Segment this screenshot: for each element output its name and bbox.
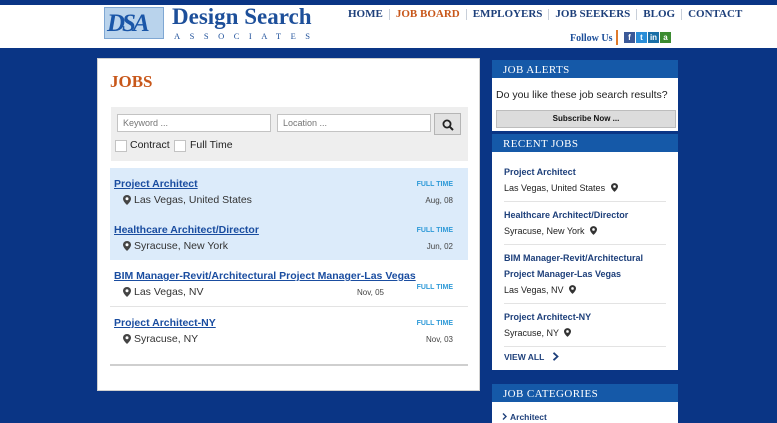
nav-blog[interactable]: BLOG xyxy=(636,9,681,20)
recent-jobs-widget: RECENT JOBS Project Architect Las Vegas,… xyxy=(492,132,678,370)
recent-job-item[interactable]: Project Architect Las Vegas, United Stat… xyxy=(504,164,664,194)
map-pin-icon xyxy=(123,195,131,205)
list-bottom-divider xyxy=(110,364,468,366)
job-row[interactable]: BIM Manager-Revit/Architectural Project … xyxy=(110,260,468,306)
recent-job-item[interactable]: BIM Manager-Revit/Architectural Project … xyxy=(504,250,664,296)
recent-job-item[interactable]: Project Architect-NY Syracuse, NY xyxy=(504,309,664,339)
subscribe-button[interactable]: Subscribe Now ... xyxy=(496,110,676,128)
job-row[interactable]: Healthcare Architect/Director Syracuse, … xyxy=(110,214,468,260)
nav-home[interactable]: HOME xyxy=(342,9,389,20)
nav-job-board[interactable]: JOB BOARD xyxy=(388,0,466,20)
chevron-right-icon xyxy=(552,352,559,361)
logo-name: Design Search xyxy=(172,4,312,29)
job-date: Nov, 05 xyxy=(357,288,384,297)
job-title-link[interactable]: Healthcare Architect/Director xyxy=(114,224,259,236)
job-type-badge: FULL TIME xyxy=(416,181,453,188)
location-input[interactable] xyxy=(277,114,431,132)
job-categories-widget: JOB CATEGORIES Architect xyxy=(492,382,678,423)
job-type-badge: FULL TIME xyxy=(416,320,453,327)
job-categories-heading: JOB CATEGORIES xyxy=(492,382,678,402)
job-type-badge: FULL TIME xyxy=(416,227,453,234)
logo-mark-text: DSA xyxy=(107,10,150,37)
job-alerts-heading: JOB ALERTS xyxy=(492,58,678,78)
map-pin-icon xyxy=(123,287,131,297)
site-logo[interactable]: DSA Design Search ASSOCIATES xyxy=(104,4,316,43)
recent-job-location: Las Vegas, NV xyxy=(504,284,664,296)
view-all-link[interactable]: VIEW ALL xyxy=(504,352,559,362)
recent-job-location: Syracuse, NY xyxy=(504,327,664,339)
contract-label: Contract xyxy=(130,139,170,151)
row-divider xyxy=(504,201,666,202)
category-item[interactable]: Architect xyxy=(502,412,547,422)
recent-job-location-text: Las Vegas, NV xyxy=(504,285,564,295)
follow-divider xyxy=(616,30,618,45)
view-all-label: VIEW ALL xyxy=(504,352,545,362)
recent-job-title[interactable]: Project Architect xyxy=(504,164,664,180)
map-pin-icon xyxy=(590,226,598,235)
logo-tagline: ASSOCIATES xyxy=(174,31,320,41)
job-alerts-question: Do you like these job search results? xyxy=(496,89,668,101)
page-title: JOBS xyxy=(110,72,153,91)
chevron-right-icon xyxy=(502,413,507,420)
map-pin-icon xyxy=(123,334,131,344)
twitter-icon[interactable]: t xyxy=(636,32,647,43)
jobs-panel: JOBS Contract Full Time Project Architec… xyxy=(97,58,480,391)
logo-mark: DSA xyxy=(104,7,164,39)
map-pin-icon xyxy=(610,183,618,192)
job-type-badge: FULL TIME xyxy=(416,284,453,291)
job-date: Jun, 02 xyxy=(426,242,453,251)
job-date: Aug, 08 xyxy=(425,196,453,205)
job-row[interactable]: Project Architect Las Vegas, United Stat… xyxy=(110,168,468,214)
a-icon[interactable]: a xyxy=(660,32,671,43)
row-divider xyxy=(504,303,666,304)
recent-job-item[interactable]: Healthcare Architect/Director Syracuse, … xyxy=(504,207,664,237)
recent-jobs-heading: RECENT JOBS xyxy=(492,132,678,152)
facebook-icon[interactable]: f xyxy=(624,32,635,43)
follow-us-label: Follow Us xyxy=(570,33,613,44)
search-icon xyxy=(442,119,454,131)
job-row[interactable]: Project Architect-NY Syracuse, NY FULL T… xyxy=(110,307,468,353)
recent-job-title[interactable]: BIM Manager-Revit/Architectural Project … xyxy=(504,250,664,282)
keyword-input[interactable] xyxy=(117,114,271,132)
map-pin-icon xyxy=(564,328,572,337)
full-time-label: Full Time xyxy=(190,139,233,151)
job-date: Nov, 03 xyxy=(426,335,453,344)
nav-contact[interactable]: CONTACT xyxy=(681,9,748,20)
job-alerts-widget: JOB ALERTS Do you like these job search … xyxy=(492,58,678,131)
job-title-link[interactable]: Project Architect xyxy=(114,178,198,190)
linkedin-icon[interactable]: in xyxy=(648,32,659,43)
nav-employers[interactable]: EMPLOYERS xyxy=(465,9,549,20)
row-divider xyxy=(504,346,666,347)
job-location: Syracuse, New York xyxy=(134,240,228,252)
recent-job-title[interactable]: Healthcare Architect/Director xyxy=(504,207,664,223)
recent-job-location: Syracuse, New York xyxy=(504,225,664,237)
job-location: Las Vegas, United States xyxy=(134,194,252,206)
map-pin-icon xyxy=(123,241,131,251)
recent-job-location-text: Las Vegas, United States xyxy=(504,183,606,193)
main-nav: HOME JOB BOARD EMPLOYERS JOB SEEKERS BLO… xyxy=(342,0,748,20)
search-button[interactable] xyxy=(434,113,461,135)
full-time-checkbox[interactable] xyxy=(174,140,186,152)
job-search-form: Contract Full Time xyxy=(111,107,468,161)
recent-job-title[interactable]: Project Architect-NY xyxy=(504,309,664,325)
recent-job-location-text: Syracuse, New York xyxy=(504,226,585,236)
nav-job-seekers[interactable]: JOB SEEKERS xyxy=(548,9,636,20)
recent-job-location-text: Syracuse, NY xyxy=(504,328,559,338)
job-title-link[interactable]: BIM Manager-Revit/Architectural Project … xyxy=(114,270,416,282)
job-title-link[interactable]: Project Architect-NY xyxy=(114,317,216,329)
job-location: Las Vegas, NV xyxy=(134,286,204,298)
job-location: Syracuse, NY xyxy=(134,333,199,345)
category-label: Architect xyxy=(510,412,547,422)
row-divider xyxy=(504,244,666,245)
recent-job-location: Las Vegas, United States xyxy=(504,182,664,194)
map-pin-icon xyxy=(569,285,577,294)
contract-checkbox[interactable] xyxy=(115,140,127,152)
